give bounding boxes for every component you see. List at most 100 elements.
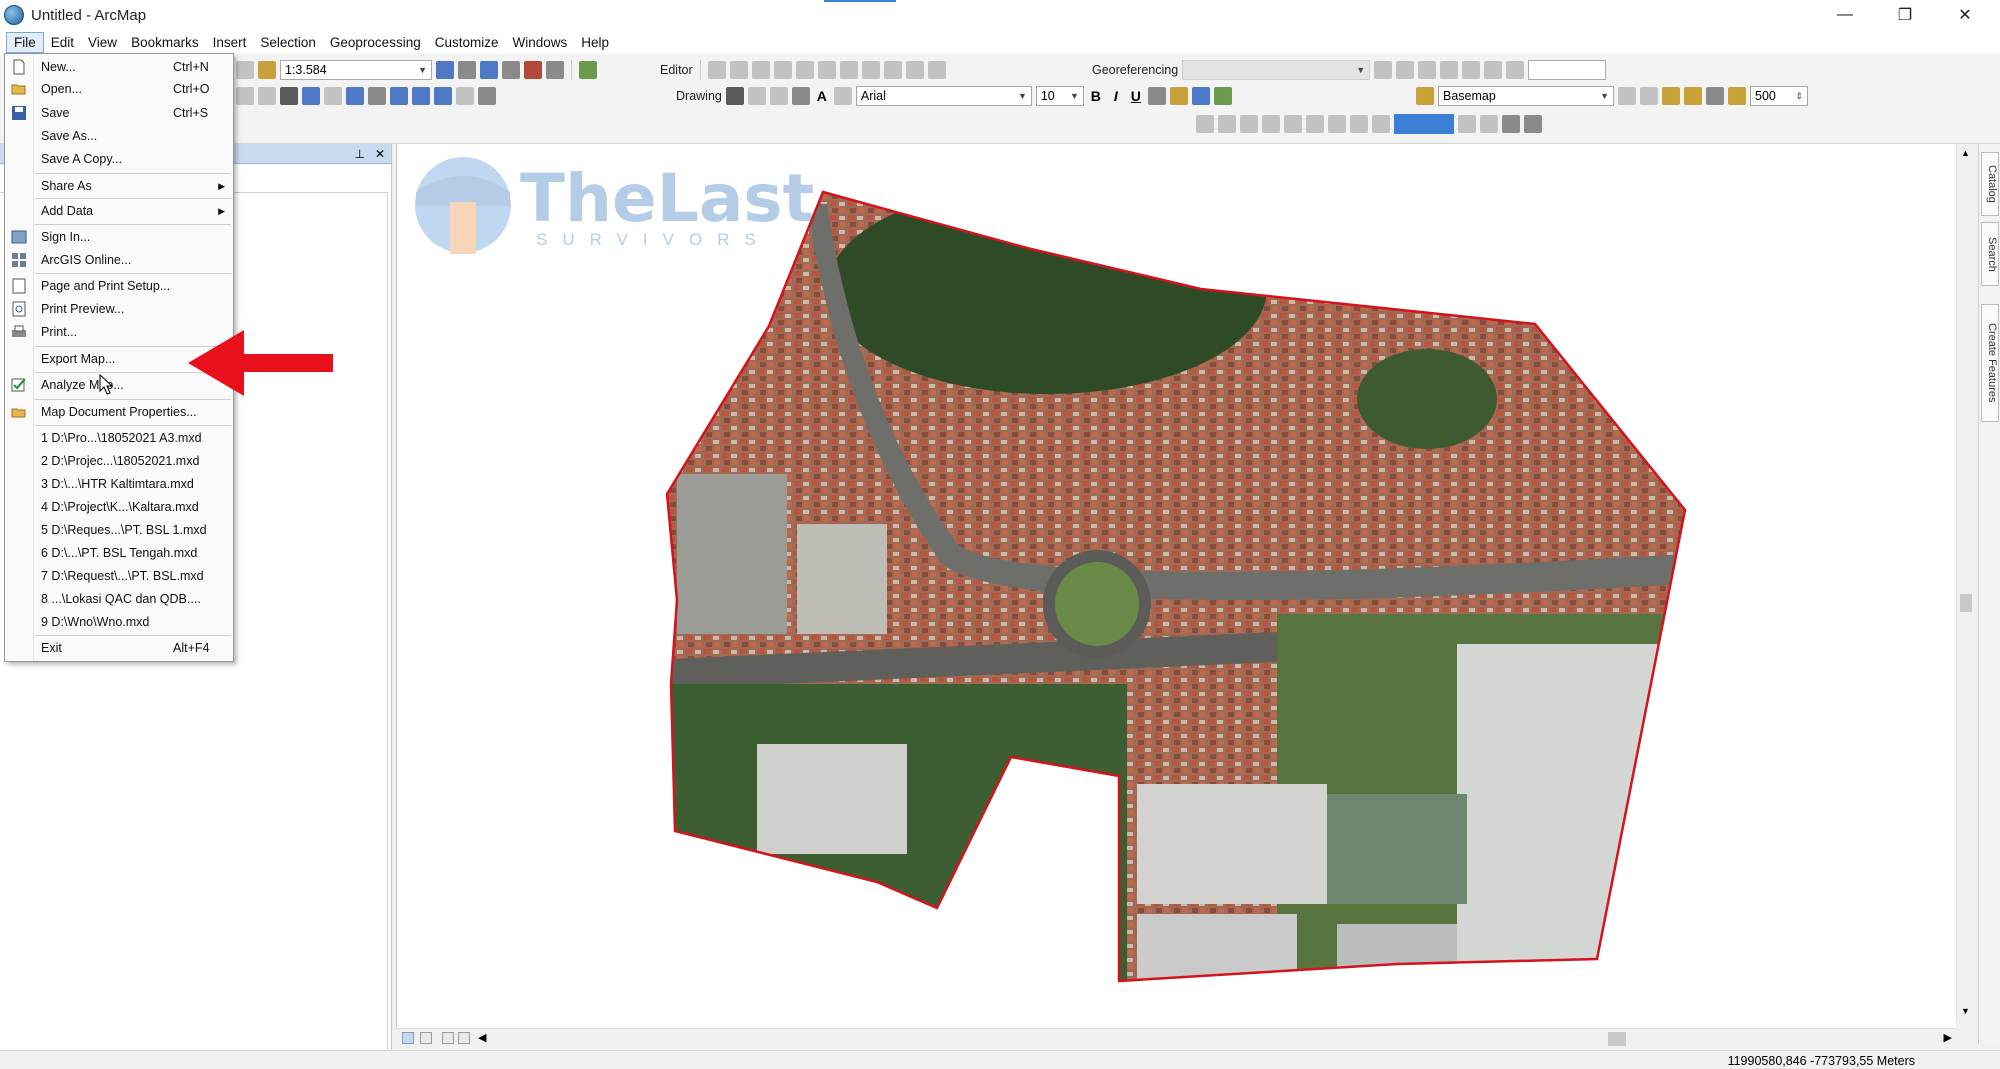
html-popup-icon[interactable] xyxy=(346,87,364,105)
point-icon[interactable] xyxy=(795,61,814,79)
menu-customize[interactable]: Customize xyxy=(428,33,506,52)
georef-layer-combo[interactable]: ▼ xyxy=(1182,60,1371,80)
trace-icon[interactable] xyxy=(773,61,792,79)
time-slider-icon[interactable] xyxy=(456,87,474,105)
restore-button[interactable]: ❐ xyxy=(1875,0,1935,30)
vertical-scroll-thumb[interactable] xyxy=(1960,594,1972,612)
menu-item-new[interactable]: New... Ctrl+N xyxy=(5,56,233,78)
rotate-georef-icon[interactable] xyxy=(1374,61,1393,79)
toggle-draft-mode-icon[interactable] xyxy=(1458,115,1476,133)
add-control-points-icon[interactable] xyxy=(1440,61,1459,79)
swipe-icon[interactable] xyxy=(1684,87,1702,105)
zoom-to-selected-icon[interactable] xyxy=(769,87,788,105)
drawing-menu[interactable]: Drawing xyxy=(676,89,722,103)
menu-insert[interactable]: Insert xyxy=(206,33,254,52)
scroll-right-icon[interactable]: ▶ xyxy=(1944,1031,1952,1044)
scroll-down-icon[interactable]: ▼ xyxy=(1961,1006,1970,1016)
zoom-100-icon[interactable] xyxy=(1284,115,1302,133)
identify-icon[interactable] xyxy=(302,87,320,105)
edit-annotation-icon[interactable] xyxy=(729,61,748,79)
table-of-contents-icon[interactable] xyxy=(458,61,476,79)
zoom-percent-combo[interactable] xyxy=(1394,114,1454,134)
fixed-zoom-in-icon[interactable] xyxy=(1306,115,1324,133)
scroll-up-icon[interactable]: ▲ xyxy=(1961,148,1970,158)
close-panel-icon[interactable]: ✕ xyxy=(375,147,385,161)
transparency-icon[interactable] xyxy=(1640,87,1658,105)
viewer-icon[interactable] xyxy=(1484,61,1503,79)
catalog-tab[interactable]: Catalog xyxy=(1981,152,1999,216)
layout-pan-icon[interactable] xyxy=(1240,115,1258,133)
select-elements-icon[interactable] xyxy=(280,87,298,105)
measure-icon[interactable] xyxy=(368,87,386,105)
pause-drawing-icon[interactable] xyxy=(458,1032,470,1044)
menu-item-exit[interactable]: Exit Alt+F4 xyxy=(5,637,233,659)
scroll-left-icon[interactable]: ◀ xyxy=(478,1031,486,1044)
rotate-icon[interactable] xyxy=(839,61,858,79)
model-builder-icon[interactable] xyxy=(579,61,597,79)
menu-item-open[interactable]: Open... Ctrl+O xyxy=(5,78,233,100)
go-back-extent-icon[interactable] xyxy=(1350,115,1368,133)
menu-item-sign-in[interactable]: Sign In... xyxy=(5,226,233,248)
minimize-button[interactable]: — xyxy=(1815,0,1875,30)
map-horizontal-scrollbar[interactable]: ◀ ▶ xyxy=(396,1028,1956,1048)
menu-item-page-print-setup[interactable]: Page and Print Setup... xyxy=(5,275,233,297)
menu-item-print-preview[interactable]: Print Preview... xyxy=(5,298,233,320)
line-color-icon[interactable] xyxy=(1191,87,1210,105)
menu-selection[interactable]: Selection xyxy=(253,33,323,52)
split-icon[interactable] xyxy=(817,61,836,79)
go-forward-extent-icon[interactable] xyxy=(1372,115,1390,133)
menu-geoprocessing[interactable]: Geoprocessing xyxy=(323,33,428,52)
select-pointer-icon[interactable] xyxy=(725,87,744,105)
recent-file-1[interactable]: 1 D:\Pro...\18052021 A3.mxd xyxy=(5,427,233,449)
recent-file-7[interactable]: 7 D:\Request\...\PT. BSL.mxd xyxy=(5,565,233,587)
undo-icon[interactable] xyxy=(236,61,254,79)
python-window-icon[interactable] xyxy=(546,61,564,79)
arctoolbox-icon[interactable] xyxy=(524,61,542,79)
font-color-icon[interactable] xyxy=(1147,87,1166,105)
georef-value-input[interactable] xyxy=(1528,60,1607,80)
menu-item-add-data[interactable]: Add Data ▶ xyxy=(5,200,233,222)
text-tool-icon[interactable]: A xyxy=(814,88,830,104)
change-layout-icon[interactable] xyxy=(1502,115,1520,133)
go-to-xy-icon[interactable] xyxy=(434,87,452,105)
scale-icon[interactable] xyxy=(1418,61,1437,79)
edit-tool-icon[interactable] xyxy=(707,61,726,79)
shift-icon[interactable] xyxy=(1396,61,1415,79)
zoom-icon[interactable] xyxy=(236,87,254,105)
recent-file-8[interactable]: 8 ...\Lokasi QAC dan QDB.... xyxy=(5,588,233,610)
recent-file-6[interactable]: 6 D:\...\PT. BSL Tengah.mxd xyxy=(5,542,233,564)
menu-item-map-document-properties[interactable]: Map Document Properties... xyxy=(5,401,233,423)
layout-view-icon[interactable] xyxy=(420,1032,432,1044)
italic-button[interactable]: I xyxy=(1108,88,1124,104)
font-size-combo[interactable]: 10 ▼ xyxy=(1035,86,1084,106)
fixed-zoom-out-icon[interactable] xyxy=(1328,115,1346,133)
editor-toolbar-icon[interactable] xyxy=(436,61,454,79)
editor-menu[interactable]: Editor xyxy=(660,63,693,77)
menu-item-share-as[interactable]: Share As ▶ xyxy=(5,175,233,197)
menu-item-save-a-copy[interactable]: Save A Copy... xyxy=(5,148,233,170)
recent-file-9[interactable]: 9 D:\Wno\Wno.mxd xyxy=(5,611,233,633)
menu-help[interactable]: Help xyxy=(574,33,616,52)
recent-file-5[interactable]: 5 D:\Reques...\PT. BSL 1.mxd xyxy=(5,519,233,541)
map-view[interactable] xyxy=(396,144,1956,1030)
marker-color-icon[interactable] xyxy=(1213,87,1232,105)
refresh-view-icon[interactable] xyxy=(442,1032,454,1044)
effects-icon[interactable] xyxy=(1662,87,1680,105)
bold-button[interactable]: B xyxy=(1088,88,1104,104)
contrast-icon[interactable] xyxy=(1618,87,1636,105)
straight-segment-icon[interactable] xyxy=(751,61,770,79)
georeferencing-menu[interactable]: Georeferencing xyxy=(1092,63,1178,77)
menu-edit[interactable]: Edit xyxy=(44,33,81,52)
menu-view[interactable]: View xyxy=(81,33,124,52)
horizontal-scroll-thumb[interactable] xyxy=(1608,1032,1626,1046)
create-features-icon[interactable] xyxy=(927,61,946,79)
recent-file-2[interactable]: 2 D:\Projec...\18052021.mxd xyxy=(5,450,233,472)
find-icon[interactable] xyxy=(390,87,408,105)
map-vertical-scrollbar[interactable]: ▲ ▼ xyxy=(1956,144,1974,1020)
focus-data-frame-icon[interactable] xyxy=(1480,115,1498,133)
hyperlink-icon[interactable] xyxy=(324,87,342,105)
basemap-layer-icon[interactable] xyxy=(1416,87,1434,105)
rotate-element-icon[interactable] xyxy=(747,87,766,105)
full-extent-icon[interactable] xyxy=(258,87,276,105)
recent-file-3[interactable]: 3 D:\...\HTR Kaltimtara.mxd xyxy=(5,473,233,495)
